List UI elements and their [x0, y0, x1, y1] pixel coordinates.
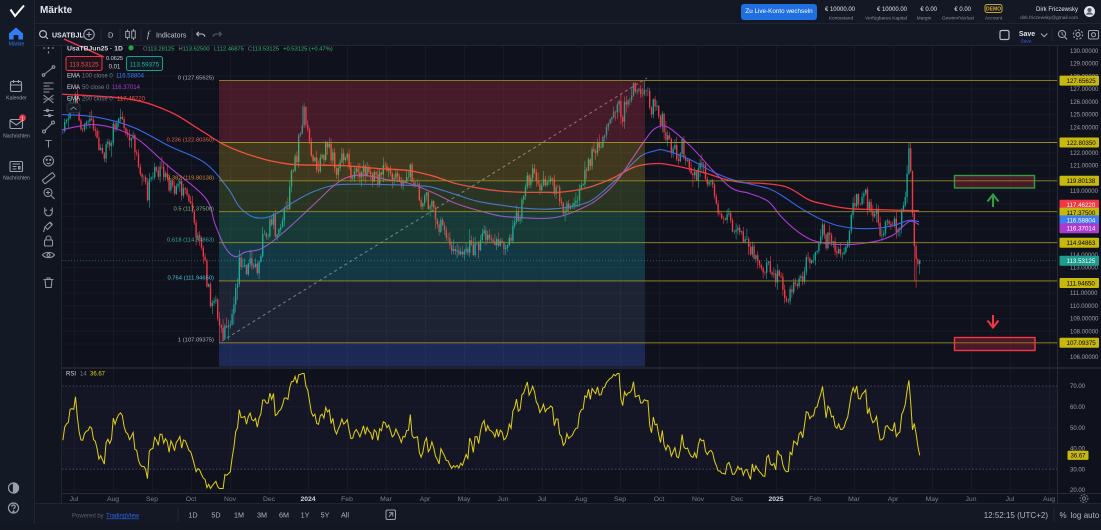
- svg-text:124.00000: 124.00000: [1070, 125, 1099, 131]
- svg-text:Dec: Dec: [263, 496, 276, 503]
- svg-text:auto: auto: [1084, 511, 1100, 520]
- svg-text:Apr: Apr: [420, 496, 431, 503]
- svg-text:14: 14: [80, 372, 87, 378]
- svg-text:119.80138: 119.80138: [1067, 178, 1096, 185]
- svg-text:log: log: [1071, 511, 1082, 520]
- svg-text:UsaTBJun25 · 1D: UsaTBJun25 · 1D: [67, 46, 123, 53]
- svg-text:126.00000: 126.00000: [1070, 100, 1099, 106]
- svg-text:May: May: [458, 496, 471, 503]
- svg-text:5Y: 5Y: [321, 511, 330, 520]
- svg-text:0.382 (119.80138): 0.382 (119.80138): [167, 176, 214, 182]
- svg-text:127.00000: 127.00000: [1070, 87, 1099, 93]
- svg-text:5D: 5D: [211, 511, 220, 520]
- svg-text:129.00000: 129.00000: [1070, 62, 1099, 68]
- svg-text:114.94863: 114.94863: [1067, 240, 1096, 247]
- svg-text:20.00: 20.00: [1070, 488, 1086, 494]
- svg-text:%: %: [1059, 511, 1066, 520]
- svg-text:70.00: 70.00: [1070, 384, 1086, 390]
- svg-text:2024: 2024: [300, 496, 315, 503]
- svg-text:EMA: EMA: [67, 85, 80, 91]
- svg-text:119.00000: 119.00000: [1070, 189, 1099, 195]
- svg-text:Oct: Oct: [186, 496, 197, 503]
- svg-text:50.00: 50.00: [1070, 426, 1086, 432]
- svg-text:106.00000: 106.00000: [1070, 355, 1099, 361]
- svg-text:113.53125: 113.53125: [1067, 258, 1096, 265]
- svg-text:RSI: RSI: [66, 372, 76, 378]
- svg-text:EMA: EMA: [67, 96, 80, 102]
- svg-text:Jun: Jun: [498, 496, 509, 503]
- svg-text:113.59375: 113.59375: [130, 62, 160, 69]
- svg-text:Sep: Sep: [614, 496, 626, 503]
- svg-text:1D: 1D: [188, 511, 197, 520]
- svg-text:Powered by: Powered by: [72, 514, 104, 520]
- svg-text:3M: 3M: [257, 511, 267, 520]
- svg-text:0.5 (117.37500): 0.5 (117.37500): [173, 207, 214, 213]
- svg-text:Jun: Jun: [966, 496, 977, 503]
- svg-text:36.67: 36.67: [90, 372, 106, 378]
- svg-text:107.09375: 107.09375: [1067, 340, 1097, 347]
- svg-text:36.67: 36.67: [1071, 454, 1087, 460]
- svg-text:111.94650: 111.94650: [1067, 280, 1096, 287]
- svg-text:60.00: 60.00: [1070, 405, 1086, 411]
- svg-text:1Y: 1Y: [301, 511, 310, 520]
- svg-text:Nov: Nov: [692, 496, 705, 503]
- svg-text:113.00000: 113.00000: [1070, 266, 1099, 272]
- svg-text:116.37014: 116.37014: [112, 85, 141, 91]
- svg-text:200 close 0: 200 close 0: [82, 96, 113, 102]
- svg-text:May: May: [926, 496, 939, 503]
- svg-text:All: All: [341, 511, 349, 520]
- svg-text:12:52:15 (UTC+2): 12:52:15 (UTC+2): [984, 511, 1049, 520]
- svg-text:0.618 (114.94863): 0.618 (114.94863): [167, 238, 214, 244]
- svg-text:Jul: Jul: [1006, 496, 1015, 503]
- svg-text:100 close 0: 100 close 0: [82, 74, 113, 80]
- svg-text:2025: 2025: [768, 496, 783, 503]
- svg-text:127.65625: 127.65625: [1067, 78, 1097, 85]
- svg-text:50 close 0: 50 close 0: [82, 85, 110, 91]
- svg-text:122.00000: 122.00000: [1070, 151, 1099, 157]
- svg-text:0.236 (122.80350): 0.236 (122.80350): [167, 137, 214, 143]
- svg-text:Aug: Aug: [107, 496, 119, 503]
- svg-text:0 (127.65625): 0 (127.65625): [178, 75, 214, 81]
- svg-text:108.00000: 108.00000: [1070, 329, 1099, 335]
- svg-text:Jul: Jul: [70, 496, 79, 503]
- svg-text:0.764 (111.94650): 0.764 (111.94650): [167, 276, 214, 282]
- svg-text:6M: 6M: [279, 511, 289, 520]
- svg-text:30.00: 30.00: [1070, 467, 1086, 473]
- svg-text:O113.28125H113.62500L112.46875: O113.28125H113.62500L112.46875C113.53125…: [143, 47, 333, 53]
- svg-text:Jul: Jul: [538, 496, 547, 503]
- svg-text:Apr: Apr: [888, 496, 899, 503]
- svg-text:Oct: Oct: [654, 496, 665, 503]
- svg-text:Nov: Nov: [224, 496, 237, 503]
- svg-text:113.53125: 113.53125: [69, 62, 99, 69]
- svg-text:Aug: Aug: [575, 496, 587, 503]
- svg-text:121.00000: 121.00000: [1070, 164, 1099, 170]
- svg-text:Aug: Aug: [1043, 496, 1055, 503]
- svg-text:125.00000: 125.00000: [1070, 113, 1099, 119]
- svg-text:109.00000: 109.00000: [1070, 317, 1099, 323]
- svg-text:1M: 1M: [234, 511, 244, 520]
- svg-text:111.00000: 111.00000: [1070, 291, 1098, 297]
- svg-text:Feb: Feb: [809, 496, 821, 503]
- svg-text:0.01: 0.01: [109, 64, 121, 70]
- svg-text:Mar: Mar: [848, 496, 860, 503]
- svg-text:Feb: Feb: [341, 496, 353, 503]
- svg-text:110.00000: 110.00000: [1070, 304, 1099, 310]
- svg-text:Dec: Dec: [731, 496, 744, 503]
- svg-text:Sep: Sep: [146, 496, 158, 503]
- svg-text:117.46220: 117.46220: [117, 96, 146, 102]
- svg-text:1 (107.09375): 1 (107.09375): [178, 338, 214, 344]
- svg-text:116.37014: 116.37014: [1067, 226, 1096, 233]
- svg-text:Mar: Mar: [380, 496, 392, 503]
- svg-text:130.00000: 130.00000: [1070, 49, 1099, 55]
- svg-text:122.80350: 122.80350: [1067, 140, 1097, 147]
- svg-text:EMA: EMA: [67, 74, 80, 80]
- svg-text:116.58804: 116.58804: [116, 74, 145, 80]
- svg-text:0.0625: 0.0625: [106, 56, 123, 62]
- svg-text:TradingView: TradingView: [106, 514, 140, 520]
